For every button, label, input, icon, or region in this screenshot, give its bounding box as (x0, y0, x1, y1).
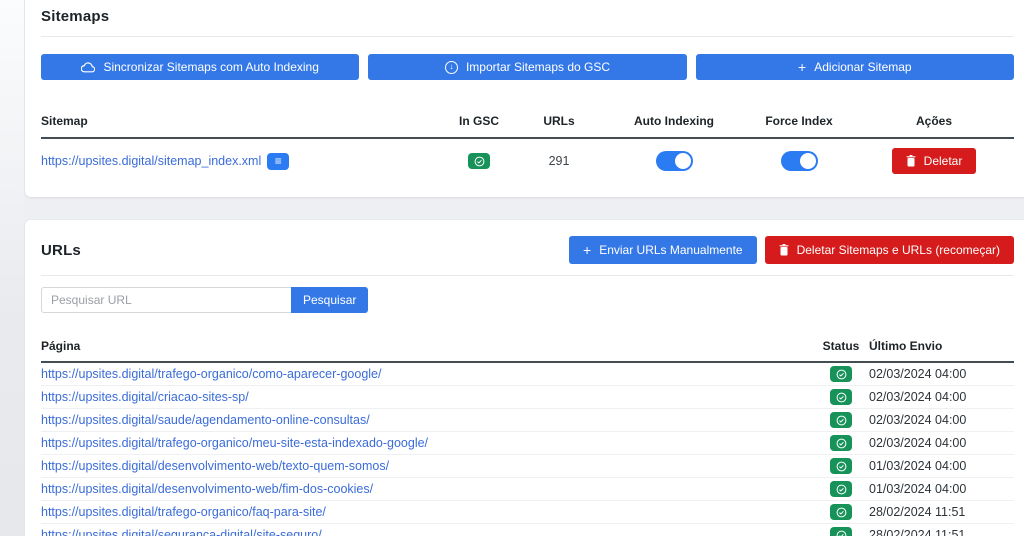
import-sitemaps-label: Importar Sitemaps do GSC (465, 60, 611, 74)
cloud-sync-icon (81, 61, 96, 72)
check-circle-icon (836, 461, 846, 471)
last-sent-date: 02/03/2024 04:00 (869, 390, 967, 404)
urls-title: URLs (41, 241, 81, 259)
urls-table-header: Página Status Último Envio (41, 339, 1014, 363)
trash-icon (779, 244, 789, 256)
send-urls-button[interactable]: + Enviar URLs Manualmente (569, 236, 757, 264)
check-circle-icon (836, 415, 846, 425)
header-in-gsc: In GSC (458, 114, 499, 128)
status-check-badge (830, 389, 852, 405)
sitemaps-table: Sitemap In GSC URLs Auto Indexing Force … (41, 114, 1014, 174)
sitemaps-table-header: Sitemap In GSC URLs Auto Indexing Force … (41, 114, 1014, 139)
trash-icon (906, 155, 916, 167)
import-icon: ↓ (444, 60, 458, 74)
import-sitemaps-button[interactable]: ↓ Importar Sitemaps do GSC (368, 54, 687, 80)
page-url-link[interactable]: https://upsites.digital/trafego-organico… (41, 505, 326, 519)
delete-sitemap-label: Deletar (923, 154, 963, 168)
last-sent-date: 02/03/2024 04:00 (869, 367, 967, 381)
status-check-badge (830, 366, 852, 382)
page-url-link[interactable]: https://upsites.digital/desenvolvimento-… (41, 482, 373, 496)
urls-count: 291 (548, 154, 570, 168)
page-url-link[interactable]: https://upsites.digital/desenvolvimento-… (41, 459, 389, 473)
url-table-row: https://upsites.digital/criacao-sites-sp… (41, 386, 1014, 409)
search-row: Pesquisar (41, 287, 1014, 313)
header-auto-indexing: Auto Indexing (634, 114, 714, 128)
sitemap-list-badge[interactable]: ≡ (267, 152, 290, 170)
search-button[interactable]: Pesquisar (291, 287, 369, 313)
url-table-row: https://upsites.digital/saude/agendament… (41, 409, 1014, 432)
header-status: Status (822, 339, 860, 353)
url-table-row: https://upsites.digital/seguranca-digita… (41, 524, 1014, 536)
sitemaps-card: Sitemaps Sincronizar Sitemaps com Auto I… (25, 0, 1024, 197)
page-url-link[interactable]: https://upsites.digital/saude/agendament… (41, 413, 370, 427)
header-acoes: Ações (915, 114, 953, 128)
urls-card: URLs + Enviar URLs Manualmente Deletar S… (25, 220, 1024, 536)
header-force-index: Force Index (765, 114, 833, 128)
sitemaps-button-row: Sincronizar Sitemaps com Auto Indexing ↓… (41, 54, 1014, 80)
header-ultimo-envio: Último Envio (869, 339, 943, 353)
page-url-link[interactable]: https://upsites.digital/trafego-organico… (41, 436, 428, 450)
urls-header: URLs + Enviar URLs Manualmente Deletar S… (41, 236, 1014, 264)
divider (41, 275, 1014, 276)
status-check-badge (830, 527, 852, 536)
auto-indexing-toggle[interactable] (655, 151, 693, 171)
page-url-link[interactable]: https://upsites.digital/trafego-organico… (41, 367, 381, 381)
status-check-badge (830, 481, 852, 497)
page-url-link[interactable]: https://upsites.digital/seguranca-digita… (41, 528, 322, 536)
toggle-knob (799, 153, 816, 169)
delete-all-button[interactable]: Deletar Sitemaps e URLs (recomeçar) (764, 236, 1014, 264)
url-table-row: https://upsites.digital/trafego-organico… (41, 432, 1014, 455)
check-circle-icon (836, 369, 846, 379)
check-circle-icon (836, 392, 846, 402)
status-check-badge (830, 504, 852, 520)
header-urls: URLs (543, 114, 575, 128)
last-sent-date: 02/03/2024 04:00 (869, 436, 967, 450)
check-circle-icon (836, 484, 846, 494)
sitemap-url-link[interactable]: https://upsites.digital/sitemap_index.xm… (41, 154, 261, 168)
add-sitemap-label: Adicionar Sitemap (814, 60, 912, 74)
in-gsc-check-badge (468, 153, 490, 169)
last-sent-date: 28/02/2024 11:51 (869, 528, 966, 536)
toggle-knob (674, 153, 691, 169)
plus-icon: + (583, 242, 592, 258)
url-table-row: https://upsites.digital/desenvolvimento-… (41, 478, 1014, 501)
url-table-row: https://upsites.digital/trafego-organico… (41, 501, 1014, 524)
urls-table: Página Status Último Envio https://upsit… (41, 339, 1014, 536)
status-check-badge (830, 412, 852, 428)
check-circle-icon (836, 530, 846, 536)
last-sent-date: 01/03/2024 04:00 (869, 482, 967, 496)
sync-sitemaps-label: Sincronizar Sitemaps com Auto Indexing (103, 60, 319, 74)
delete-sitemap-button[interactable]: Deletar (891, 148, 977, 174)
check-circle-icon (836, 438, 846, 448)
last-sent-date: 28/02/2024 11:51 (869, 505, 966, 519)
urls-table-body: https://upsites.digital/trafego-organico… (41, 363, 1014, 536)
header-pagina: Página (41, 339, 81, 353)
sync-sitemaps-button[interactable]: Sincronizar Sitemaps com Auto Indexing (41, 54, 360, 80)
status-check-badge (830, 435, 852, 451)
sitemap-row: https://upsites.digital/sitemap_index.xm… (41, 139, 1014, 174)
check-circle-icon (836, 507, 846, 517)
header-sitemap: Sitemap (41, 114, 88, 128)
plus-icon: + (798, 59, 807, 75)
url-table-row: https://upsites.digital/desenvolvimento-… (41, 455, 1014, 478)
url-table-row: https://upsites.digital/trafego-organico… (41, 363, 1014, 386)
divider (41, 36, 1014, 37)
add-sitemap-button[interactable]: + Adicionar Sitemap (695, 54, 1014, 80)
force-index-toggle[interactable] (780, 151, 818, 171)
delete-all-label: Deletar Sitemaps e URLs (recomeçar) (796, 243, 1000, 257)
check-circle-icon (474, 156, 484, 166)
urls-actions: + Enviar URLs Manualmente Deletar Sitema… (569, 236, 1014, 264)
search-url-input[interactable] (41, 287, 291, 313)
page-url-link[interactable]: https://upsites.digital/criacao-sites-sp… (41, 390, 249, 404)
send-urls-label: Enviar URLs Manualmente (599, 243, 743, 257)
sitemaps-title: Sitemaps (41, 8, 110, 25)
status-check-badge (830, 458, 852, 474)
last-sent-date: 02/03/2024 04:00 (869, 413, 967, 427)
last-sent-date: 01/03/2024 04:00 (869, 459, 967, 473)
